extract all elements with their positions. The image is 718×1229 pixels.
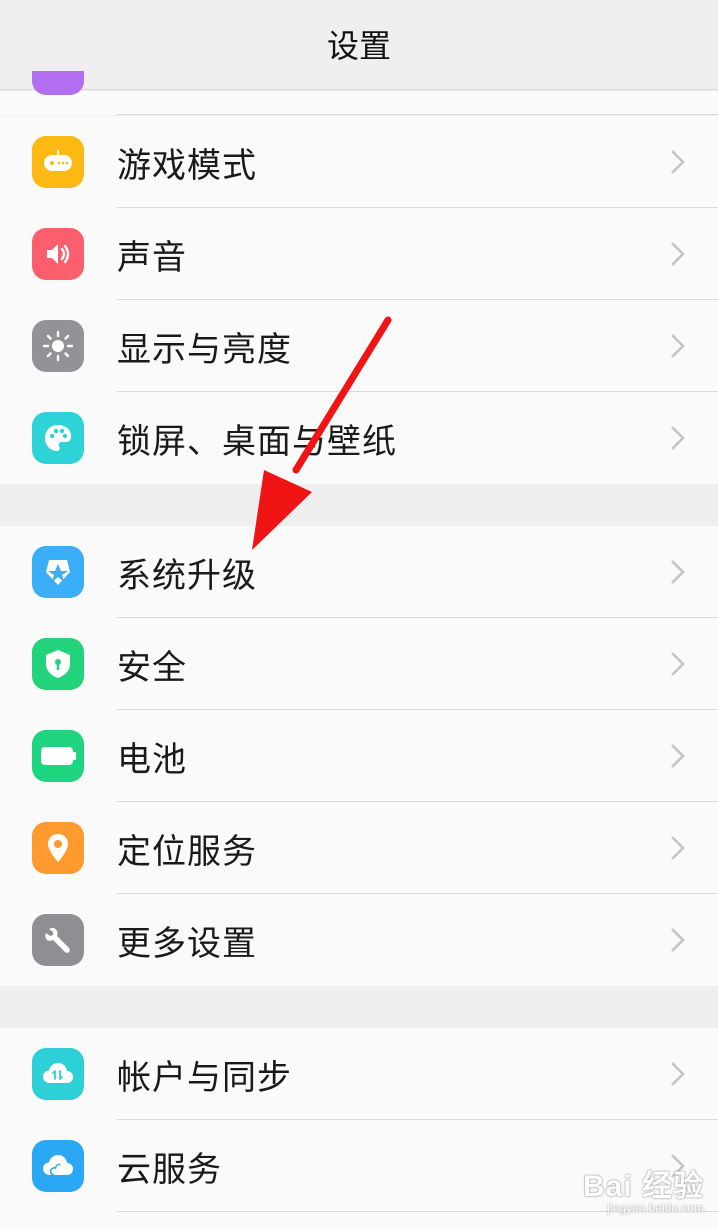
upgrade-icon [32,546,84,598]
chevron-right-icon [671,150,685,174]
chevron-right-icon [671,1062,685,1086]
chevron-right-icon [671,560,685,584]
speaker-icon [32,228,84,280]
settings-row-more-settings[interactable]: 更多设置 [0,894,718,986]
watermark-logo: Bai 经验 [582,1170,704,1203]
chevron-right-icon [671,836,685,860]
settings-row-game-mode[interactable]: 游戏模式 [0,116,718,208]
row-label: 云服务 [117,1149,222,1190]
settings-row-security[interactable]: 安全 [0,618,718,710]
divider [117,114,718,115]
wrench-icon [32,914,84,966]
page-title: 设置 [326,26,391,65]
location-pin-icon [32,822,84,874]
nav-header: 设置 [0,0,718,90]
row-label: 声音 [117,237,187,278]
settings-group-partial [0,71,718,115]
settings-group-system: 系统升级 安全 电池 定位服务 更多设置 [0,526,718,986]
settings-row-lockscreen-wallpaper[interactable]: 锁屏、桌面与壁纸 [0,392,718,484]
settings-row-display[interactable]: 显示与亮度 [0,300,718,392]
chevron-right-icon [671,928,685,952]
row-label: 定位服务 [117,831,257,872]
row-label: 游戏模式 [117,145,257,186]
settings-row-system-upgrade[interactable]: 系统升级 [0,526,718,618]
watermark-url: jingyan.baidu.com [607,1201,704,1215]
settings-row-battery[interactable]: 电池 [0,710,718,802]
partial-item-icon [32,71,84,95]
gamepad-icon [32,136,84,188]
row-label: 显示与亮度 [117,329,292,370]
cloud-icon [32,1140,84,1192]
row-label: 锁屏、桌面与壁纸 [117,421,397,462]
baidu-jingyan-watermark: Bai 经验 jingyan.baidu.com [583,1161,704,1215]
sun-icon [32,320,84,372]
chevron-right-icon [671,334,685,358]
settings-row-location[interactable]: 定位服务 [0,802,718,894]
shield-icon [32,638,84,690]
row-label: 更多设置 [117,923,257,964]
row-label: 帐户与同步 [117,1057,292,1098]
settings-row-sound[interactable]: 声音 [0,208,718,300]
row-label: 电池 [117,739,187,780]
chevron-right-icon [671,744,685,768]
row-label: 安全 [117,647,187,688]
battery-icon [32,730,84,782]
settings-row-account-sync[interactable]: 帐户与同步 [0,1028,718,1120]
settings-group-display: 游戏模式 声音 显示与亮度 锁屏、桌面与壁纸 [0,116,718,484]
chevron-right-icon [671,242,685,266]
chevron-right-icon [671,426,685,450]
row-label: 系统升级 [117,555,257,596]
cloud-sync-icon [32,1048,84,1100]
chevron-right-icon [671,652,685,676]
palette-icon [32,412,84,464]
section-gap [0,986,718,1028]
section-gap [0,484,718,526]
